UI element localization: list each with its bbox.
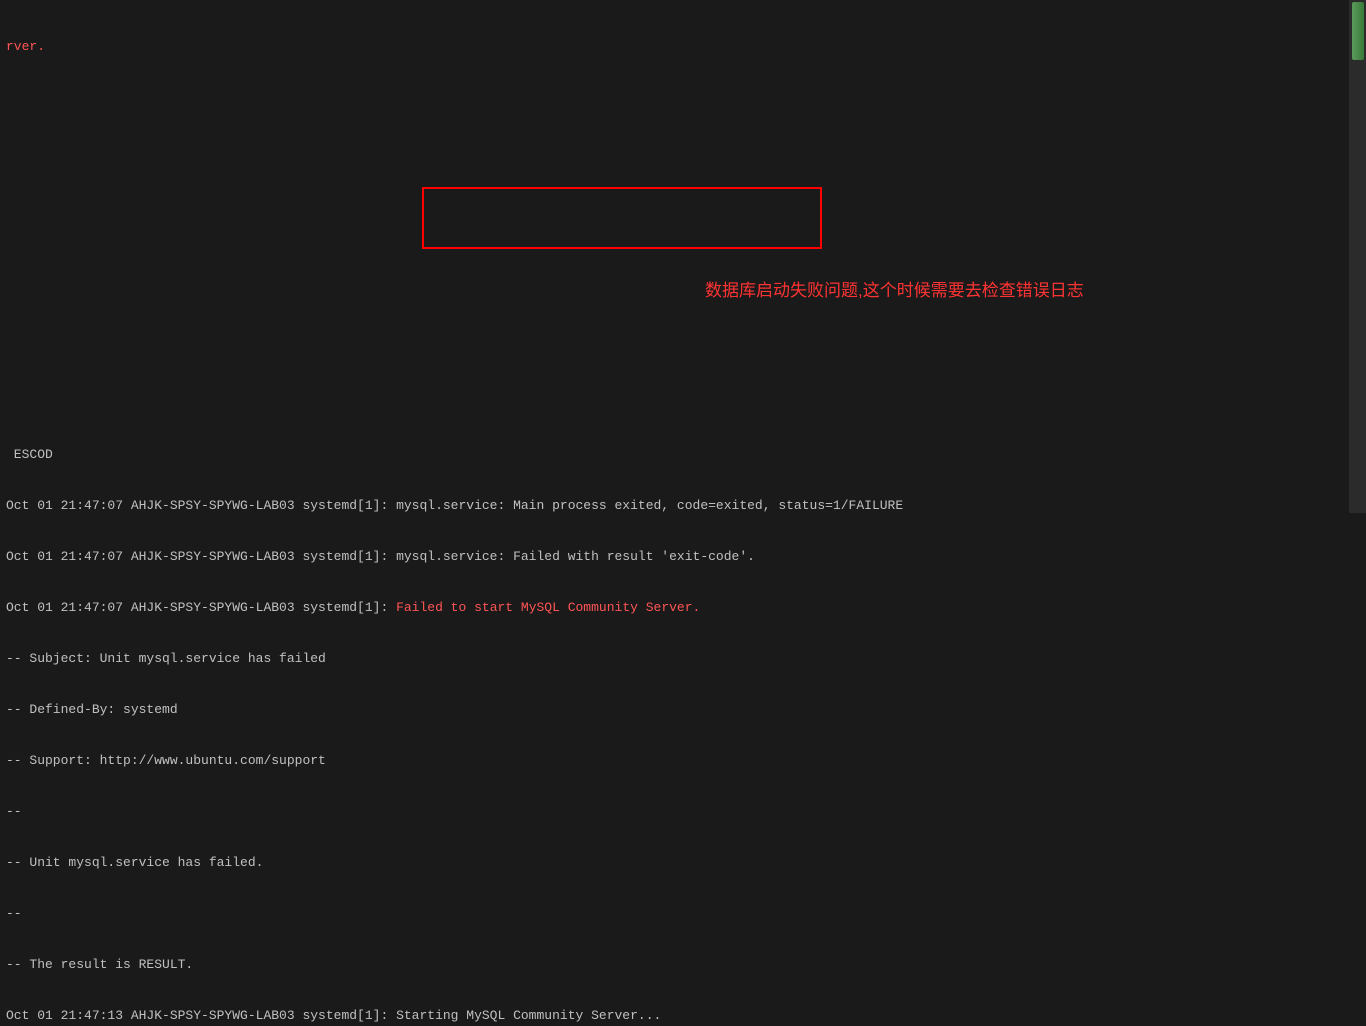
log-line: -- Support: http://www.ubuntu.com/suppor… — [6, 752, 1360, 769]
log-line: -- Unit mysql.service has failed. — [6, 854, 1360, 871]
blank-line — [6, 395, 1360, 412]
blank-line — [6, 344, 1360, 361]
log-line: Oct 01 21:47:13 AHJK-SPSY-SPYWG-LAB03 sy… — [6, 1007, 1360, 1024]
log-line: -- Subject: Unit mysql.service has faile… — [6, 650, 1360, 667]
terminal-output[interactable]: rver. ESCOD Oct 01 21:47:07 AHJK-SPSY-SP… — [0, 0, 1366, 1026]
log-line: Oct 01 21:47:07 AHJK-SPSY-SPYWG-LAB03 sy… — [6, 548, 1360, 565]
log-line: -- — [6, 803, 1360, 820]
log-prefix: Oct 01 21:47:07 AHJK-SPSY-SPYWG-LAB03 sy… — [6, 600, 396, 615]
log-line-failed: Oct 01 21:47:07 AHJK-SPSY-SPYWG-LAB03 sy… — [6, 599, 1360, 616]
scrollbar-thumb[interactable] — [1352, 2, 1364, 60]
blank-line — [6, 242, 1360, 259]
log-line: -- — [6, 905, 1360, 922]
scrollbar-track[interactable] — [1349, 0, 1366, 513]
blank-line — [6, 191, 1360, 208]
blank-line — [6, 89, 1360, 106]
annotation-text: 数据库启动失败问题,这个时候需要去检查错误日志 — [705, 276, 1084, 301]
log-line: Oct 01 21:47:07 AHJK-SPSY-SPYWG-LAB03 sy… — [6, 497, 1360, 514]
log-line: -- The result is RESULT. — [6, 956, 1360, 973]
log-line: -- Defined-By: systemd — [6, 701, 1360, 718]
blank-line — [6, 293, 1360, 310]
log-line: ESCOD — [6, 446, 1360, 463]
blank-line — [6, 140, 1360, 157]
log-line-top-fragment: rver. — [6, 38, 1360, 55]
failed-error-message: Failed to start MySQL Community Server. — [396, 600, 700, 615]
